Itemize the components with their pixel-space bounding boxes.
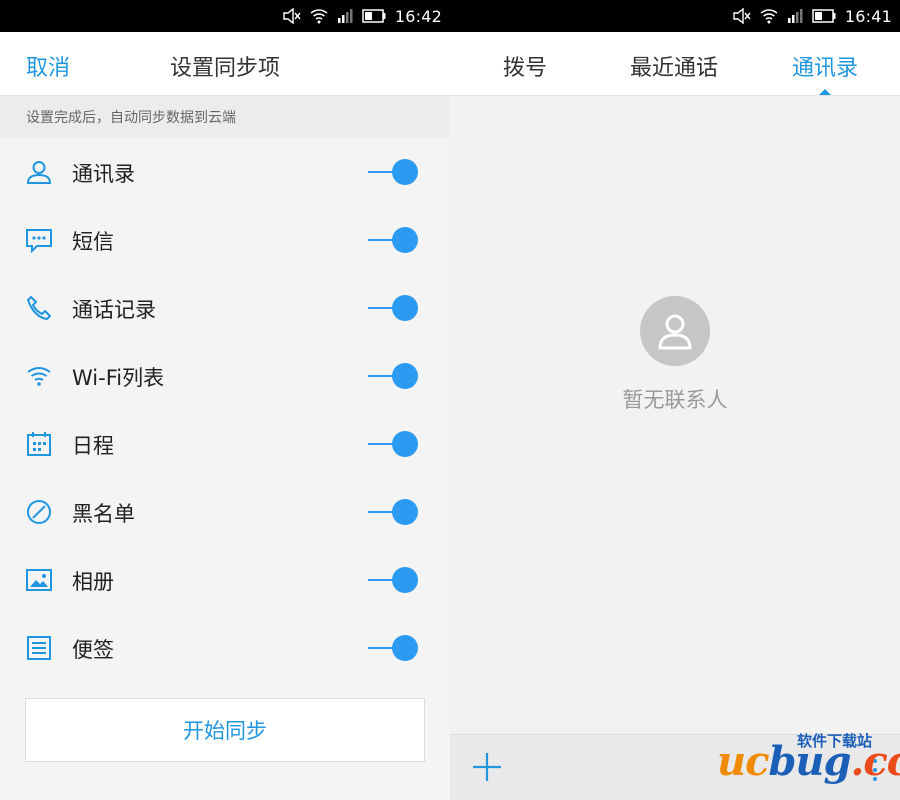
status-bar: 16:42 xyxy=(0,0,450,32)
notes-toggle[interactable] xyxy=(366,634,420,662)
sync-item-label: 便签 xyxy=(72,638,114,662)
sync-item-label: 日程 xyxy=(72,434,114,458)
sync-header: 取消 设置同步项 xyxy=(0,32,450,96)
status-bar: 16:41 xyxy=(450,0,900,32)
start-sync-button[interactable]: 开始同步 xyxy=(25,698,425,762)
sync-item-label: 通话记录 xyxy=(72,298,156,322)
more-vert-icon xyxy=(873,759,877,781)
sync-settings-screen: 16:42 取消 设置同步项 设置完成后，自动同步数据到云端 通讯录 短信 通话… xyxy=(0,0,450,800)
phone-icon xyxy=(26,295,52,321)
status-time: 16:42 xyxy=(394,6,442,26)
cell-signal-icon xyxy=(787,6,803,26)
active-tab-indicator xyxy=(819,89,831,95)
battery-icon xyxy=(812,6,836,26)
screenshot-composite: 16:42 取消 设置同步项 设置完成后，自动同步数据到云端 通讯录 短信 通话… xyxy=(0,0,900,800)
status-time: 16:41 xyxy=(844,6,892,26)
sync-item-list: 通讯录 短信 通话记录 Wi-Fi列表 日程 黑名单 相册 便签 xyxy=(0,138,450,682)
cell-signal-icon xyxy=(337,6,353,26)
dialer-bottom-bar xyxy=(450,734,900,800)
cancel-button[interactable]: 取消 xyxy=(26,50,70,82)
dialer-tabs: 拨号 最近通话 通讯录 xyxy=(450,32,900,96)
plus-icon xyxy=(473,753,501,781)
note-icon xyxy=(26,635,52,661)
sync-item-label: 黑名单 xyxy=(72,502,135,526)
empty-contact-avatar xyxy=(640,296,710,366)
person-icon xyxy=(658,314,692,350)
tab-contacts[interactable]: 通讯录 xyxy=(792,50,858,82)
mute-icon xyxy=(283,6,301,26)
sync-item-blacklist[interactable]: 黑名单 xyxy=(0,478,450,546)
dialer-screen: 16:41 拨号 最近通话 通讯录 暂无联系人 xyxy=(450,0,900,800)
empty-contacts-text: 暂无联系人 xyxy=(622,388,728,412)
wifi-signal-icon xyxy=(310,6,328,26)
sms-icon xyxy=(26,227,52,254)
add-contact-button[interactable] xyxy=(472,752,502,782)
call-log-toggle[interactable] xyxy=(366,294,420,322)
wifi-toggle[interactable] xyxy=(366,362,420,390)
sync-item-call-log[interactable]: 通话记录 xyxy=(0,274,450,342)
album-toggle[interactable] xyxy=(366,566,420,594)
sync-item-notes[interactable]: 便签 xyxy=(0,614,450,682)
sync-item-label: Wi-Fi列表 xyxy=(72,366,165,390)
page-title: 设置同步项 xyxy=(170,56,281,81)
image-icon xyxy=(26,567,52,593)
sync-item-sms[interactable]: 短信 xyxy=(0,206,450,274)
mute-icon xyxy=(733,6,751,26)
sync-item-label: 通讯录 xyxy=(72,162,135,186)
contacts-toggle[interactable] xyxy=(366,158,420,186)
sms-toggle[interactable] xyxy=(366,226,420,254)
sync-item-wifi[interactable]: Wi-Fi列表 xyxy=(0,342,450,410)
sync-item-album[interactable]: 相册 xyxy=(0,546,450,614)
blocked-icon xyxy=(26,499,52,525)
sync-item-contacts[interactable]: 通讯录 xyxy=(0,138,450,206)
more-options-button[interactable] xyxy=(870,757,880,783)
contact-icon xyxy=(26,159,52,185)
tab-recent-calls[interactable]: 最近通话 xyxy=(630,50,718,82)
battery-icon xyxy=(362,6,386,26)
sync-item-label: 相册 xyxy=(72,570,114,594)
calendar-icon xyxy=(26,431,52,457)
tab-dial[interactable]: 拨号 xyxy=(503,50,547,82)
wifi-signal-icon xyxy=(760,6,778,26)
wifi-icon xyxy=(26,363,52,389)
calendar-toggle[interactable] xyxy=(366,430,420,458)
sync-item-label: 短信 xyxy=(72,230,114,254)
blacklist-toggle[interactable] xyxy=(366,498,420,526)
sync-hint: 设置完成后，自动同步数据到云端 xyxy=(0,96,450,138)
sync-item-calendar[interactable]: 日程 xyxy=(0,410,450,478)
